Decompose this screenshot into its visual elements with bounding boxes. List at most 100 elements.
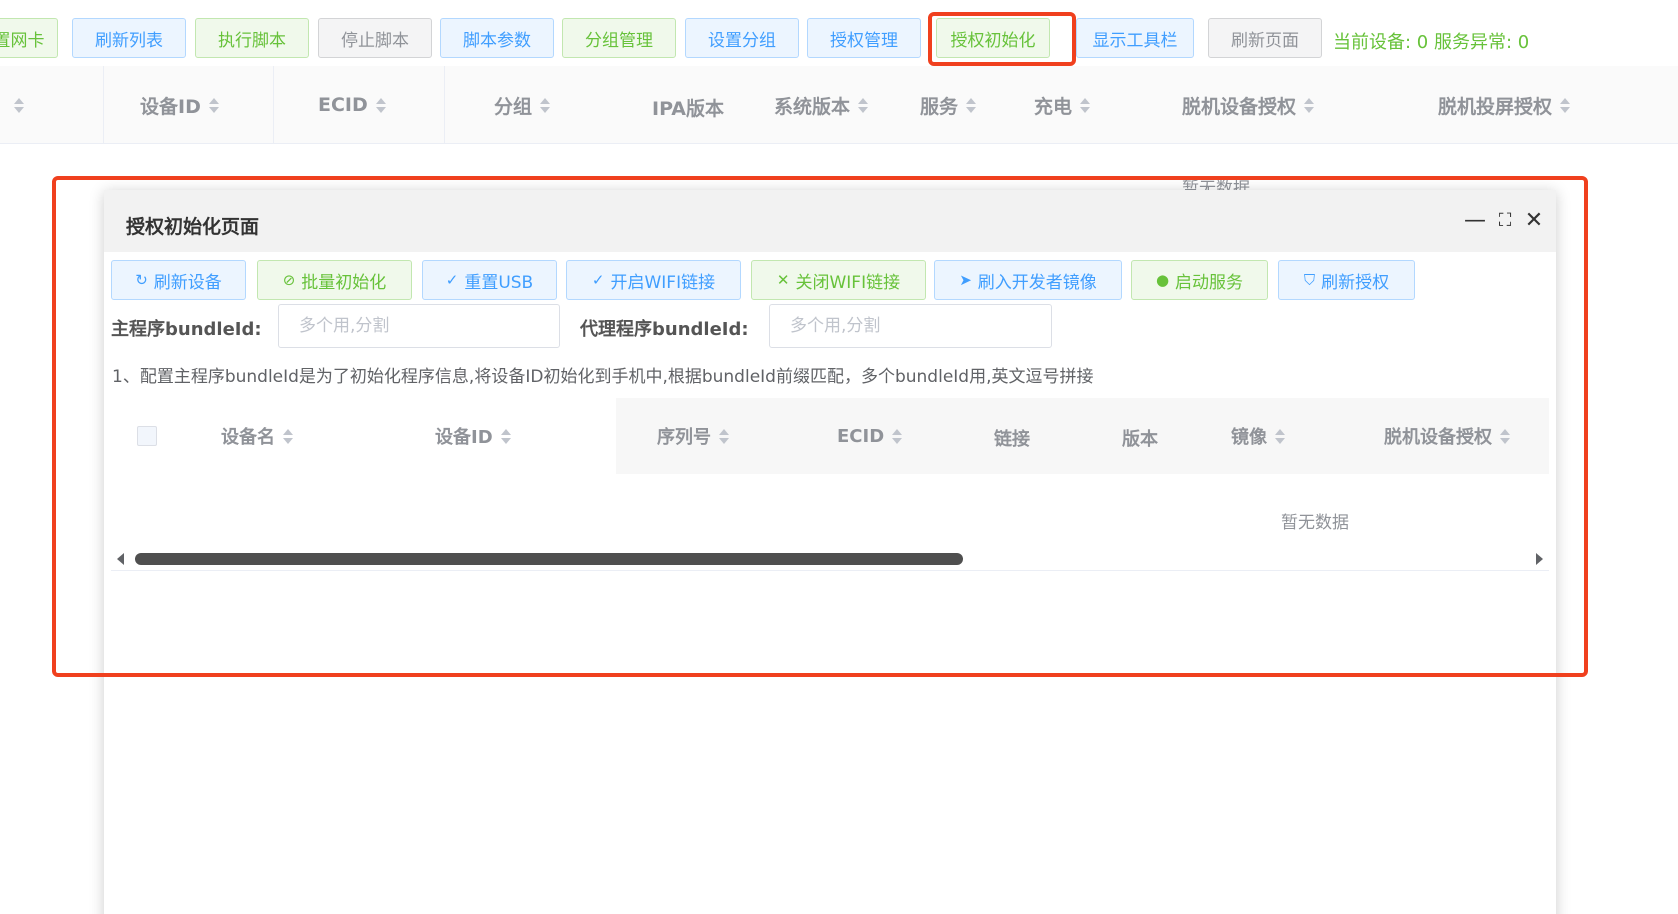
col-serial[interactable]: 序列号 bbox=[657, 398, 729, 474]
stop-script-button[interactable]: 停止脚本 bbox=[318, 18, 432, 58]
col-label: 序列号 bbox=[657, 427, 711, 448]
col-ecid[interactable]: ECID bbox=[318, 66, 386, 144]
col-offline-device-auth[interactable]: 脱机设备授权 bbox=[1182, 66, 1315, 144]
send-icon: ➤ bbox=[959, 271, 972, 289]
refresh-devices-button[interactable]: ↻ 刷新设备 bbox=[111, 260, 246, 300]
sort-icon[interactable] bbox=[966, 97, 977, 113]
dialog-title: 授权初始化页面 bbox=[126, 216, 260, 238]
sort-icon[interactable] bbox=[283, 428, 293, 444]
button-label: 启动服务 bbox=[1175, 272, 1244, 293]
refresh-list-button[interactable]: 刷新列表 bbox=[72, 18, 186, 58]
auth-init-dialog: 授权初始化页面 — ⛶ ✕ ↻ 刷新设备 ⊘ 批量初始化 ✓ 重置USB ✓ 开… bbox=[104, 190, 1556, 914]
group-management-button[interactable]: 分组管理 bbox=[562, 18, 676, 58]
refresh-auth-button[interactable]: ⛉ 刷新授权 bbox=[1278, 260, 1415, 300]
horizontal-scrollbar[interactable] bbox=[111, 547, 1549, 571]
scroll-left-arrow-icon[interactable] bbox=[117, 553, 124, 565]
sort-icon[interactable] bbox=[1304, 97, 1315, 113]
main-table-header: 设备ID ECID 分组 IPA版本 系统版本 服务 充电 脱机设备授权 脱机投… bbox=[0, 66, 1678, 144]
proxy-bundle-label: 代理程序bundleId: bbox=[580, 319, 749, 340]
col-label: ECID bbox=[318, 94, 368, 116]
show-toolbar-button[interactable]: 显示工具栏 bbox=[1076, 18, 1194, 58]
col-label: 脱机设备授权 bbox=[1182, 95, 1297, 118]
button-label: 刷新设备 bbox=[153, 272, 222, 293]
config-note: 1、配置主程序bundleId是为了初始化程序信息,将设备ID初始化到手机中,根… bbox=[112, 367, 1094, 387]
col-system-version[interactable]: 系统版本 bbox=[774, 66, 869, 144]
proxy-bundle-input[interactable] bbox=[769, 304, 1052, 348]
sort-icon[interactable] bbox=[500, 428, 511, 444]
col-label: 版本 bbox=[1122, 429, 1158, 450]
shield-icon: ⛉ bbox=[1303, 271, 1316, 289]
button-label: 刷新授权 bbox=[1321, 272, 1390, 293]
select-all-checkbox[interactable] bbox=[137, 426, 157, 446]
scroll-header: 序列号 ECID 链接 版本 镜像 脱机设备授权 bbox=[616, 398, 1549, 474]
scrollbar-thumb[interactable] bbox=[135, 553, 963, 565]
sort-icon[interactable] bbox=[1560, 97, 1571, 113]
run-script-button[interactable]: 执行脚本 bbox=[195, 18, 309, 58]
button-label: 关闭WIFI链接 bbox=[795, 272, 901, 293]
refresh-icon: ↻ bbox=[135, 271, 148, 289]
col-label: 镜像 bbox=[1231, 427, 1267, 448]
button-label: 重置USB bbox=[464, 272, 534, 293]
sort-icon[interactable] bbox=[540, 97, 551, 113]
auth-management-button[interactable]: 授权管理 bbox=[807, 18, 921, 58]
button-label: 批量初始化 bbox=[301, 272, 387, 293]
sort-icon[interactable] bbox=[14, 97, 24, 113]
col-device-id[interactable]: 设备ID bbox=[140, 66, 219, 144]
button-label: 刷入开发者镜像 bbox=[977, 272, 1097, 293]
check-icon: ✓ bbox=[445, 271, 459, 289]
col-label: 服务 bbox=[920, 95, 959, 118]
col-label: 设备名 bbox=[221, 427, 275, 448]
disable-wifi-link-button[interactable]: ✕ 关闭WIFI链接 bbox=[751, 260, 926, 300]
flash-dev-image-button[interactable]: ➤ 刷入开发者镜像 bbox=[934, 260, 1122, 300]
col-image[interactable]: 镜像 bbox=[1231, 398, 1285, 474]
batch-init-button[interactable]: ⊘ 批量初始化 bbox=[257, 260, 412, 300]
script-params-button[interactable]: 脚本参数 bbox=[440, 18, 554, 58]
col-label: 分组 bbox=[494, 95, 533, 118]
circle-check-icon: ⊘ bbox=[282, 271, 296, 289]
sort-icon[interactable] bbox=[1275, 428, 1285, 444]
sort-icon[interactable] bbox=[208, 97, 219, 113]
start-service-button[interactable]: ● 启动服务 bbox=[1131, 260, 1268, 300]
set-nic-button[interactable]: 置网卡 bbox=[0, 18, 58, 58]
col-link: 链接 bbox=[994, 400, 1030, 476]
reset-usb-button[interactable]: ✓ 重置USB bbox=[422, 260, 557, 300]
col-offline-device-auth[interactable]: 脱机设备授权 bbox=[1384, 398, 1510, 474]
sort-icon[interactable] bbox=[375, 97, 386, 113]
sort-icon[interactable] bbox=[1080, 97, 1091, 113]
button-label: 开启WIFI链接 bbox=[610, 272, 716, 293]
col-charging[interactable]: 充电 bbox=[1034, 66, 1091, 144]
col-device-id[interactable]: 设备ID bbox=[435, 398, 511, 474]
col-sort-stub[interactable] bbox=[6, 66, 24, 144]
col-group[interactable]: 分组 bbox=[494, 66, 551, 144]
col-offline-cast-auth[interactable]: 脱机投屏授权 bbox=[1438, 66, 1571, 144]
sort-icon[interactable] bbox=[858, 97, 869, 113]
col-label: 脱机投屏授权 bbox=[1438, 95, 1553, 118]
col-label: 设备ID bbox=[435, 427, 493, 448]
main-bundle-input[interactable] bbox=[278, 304, 560, 348]
enable-wifi-link-button[interactable]: ✓ 开启WIFI链接 bbox=[566, 260, 741, 300]
close-icon[interactable]: ✕ bbox=[1522, 208, 1546, 233]
sort-icon[interactable] bbox=[1500, 428, 1510, 444]
bulb-icon: ● bbox=[1155, 271, 1170, 289]
col-version: 版本 bbox=[1122, 400, 1158, 476]
minimize-icon[interactable]: — bbox=[1463, 208, 1487, 233]
auth-init-button[interactable]: 授权初始化 bbox=[936, 18, 1050, 58]
col-label: 脱机设备授权 bbox=[1384, 427, 1492, 448]
sort-icon[interactable] bbox=[719, 428, 729, 444]
col-label: 设备ID bbox=[140, 95, 201, 118]
col-device-name[interactable]: 设备名 bbox=[221, 398, 293, 474]
maximize-icon[interactable]: ⛶ bbox=[1493, 208, 1517, 232]
dialog-header[interactable]: 授权初始化页面 — ⛶ ✕ bbox=[104, 190, 1556, 252]
refresh-page-button[interactable]: 刷新页面 bbox=[1208, 18, 1322, 58]
main-bundle-label: 主程序bundleId: bbox=[111, 319, 262, 340]
page: 置网卡 刷新列表 执行脚本 停止脚本 脚本参数 分组管理 设置分组 授权管理 授… bbox=[0, 0, 1678, 914]
col-ecid[interactable]: ECID bbox=[837, 398, 903, 474]
col-service[interactable]: 服务 bbox=[920, 66, 977, 144]
column-divider bbox=[273, 66, 274, 144]
scroll-right-arrow-icon[interactable] bbox=[1536, 553, 1543, 565]
fixed-header: 设备名 设备ID bbox=[111, 398, 616, 474]
divider bbox=[111, 570, 1549, 571]
sort-icon[interactable] bbox=[892, 428, 903, 444]
set-group-button[interactable]: 设置分组 bbox=[685, 18, 799, 58]
close-icon: ✕ bbox=[776, 271, 790, 289]
